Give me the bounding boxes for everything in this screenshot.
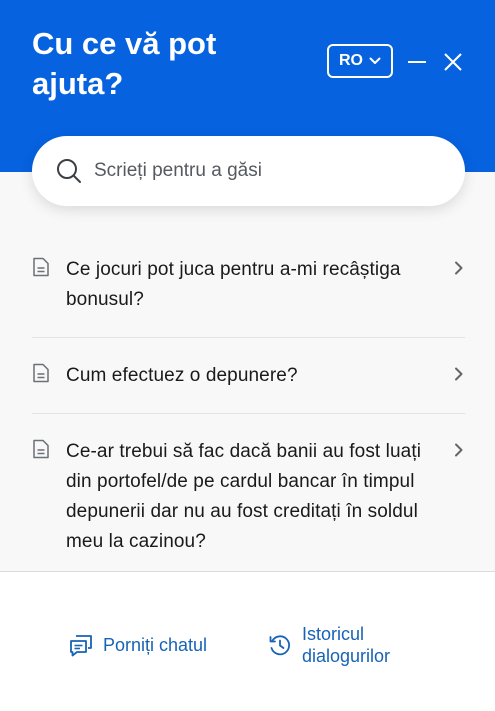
chevron-right-icon — [455, 443, 463, 457]
help-widget: Cu ce vă pot ajuta? RO Scrieți pentru a … — [0, 0, 495, 711]
faq-item[interactable]: Cum efectuez o depunere? — [32, 338, 465, 414]
start-chat-button[interactable]: Porniți chatul — [68, 633, 207, 657]
language-label: RO — [339, 52, 363, 69]
chevron-right-icon — [455, 367, 463, 381]
history-label: Istoricul dialogurilor — [302, 623, 390, 667]
chevron-down-icon — [369, 57, 381, 64]
faq-question: Ce-ar trebui să fac dacă banii au fost l… — [66, 441, 422, 552]
document-icon — [33, 439, 49, 459]
dialog-history-button[interactable]: Istoricul dialogurilor — [268, 623, 390, 667]
faq-question: Ce jocuri pot juca pentru a-mi recâștiga… — [66, 259, 401, 310]
chevron-right-icon — [455, 261, 463, 275]
faq-list: Ce jocuri pot juca pentru a-mi recâștiga… — [32, 232, 465, 580]
chat-icon — [70, 635, 92, 657]
document-icon — [33, 257, 49, 277]
faq-item[interactable]: Ce jocuri pot juca pentru a-mi recâștiga… — [32, 232, 465, 338]
history-icon — [269, 635, 290, 656]
faq-question: Cum efectuez o depunere? — [66, 365, 298, 386]
start-chat-label: Porniți chatul — [103, 635, 208, 655]
faq-item[interactable]: Ce-ar trebui să fac dacă banii au fost l… — [32, 414, 465, 580]
search-input[interactable] — [94, 160, 424, 182]
minimize-button[interactable] — [404, 49, 430, 75]
document-icon — [33, 363, 49, 383]
language-selector[interactable]: RO — [327, 44, 393, 78]
footer: Porniți chatul Istoricul dialogurilor — [0, 571, 495, 711]
history-label-line1: Istoricul — [302, 624, 365, 644]
search-bar[interactable] — [32, 136, 465, 206]
history-label-line2: dialogurilor — [302, 646, 391, 666]
search-icon — [57, 159, 81, 183]
widget-title: Cu ce vă pot ajuta? — [32, 26, 217, 101]
close-button[interactable] — [440, 49, 466, 75]
